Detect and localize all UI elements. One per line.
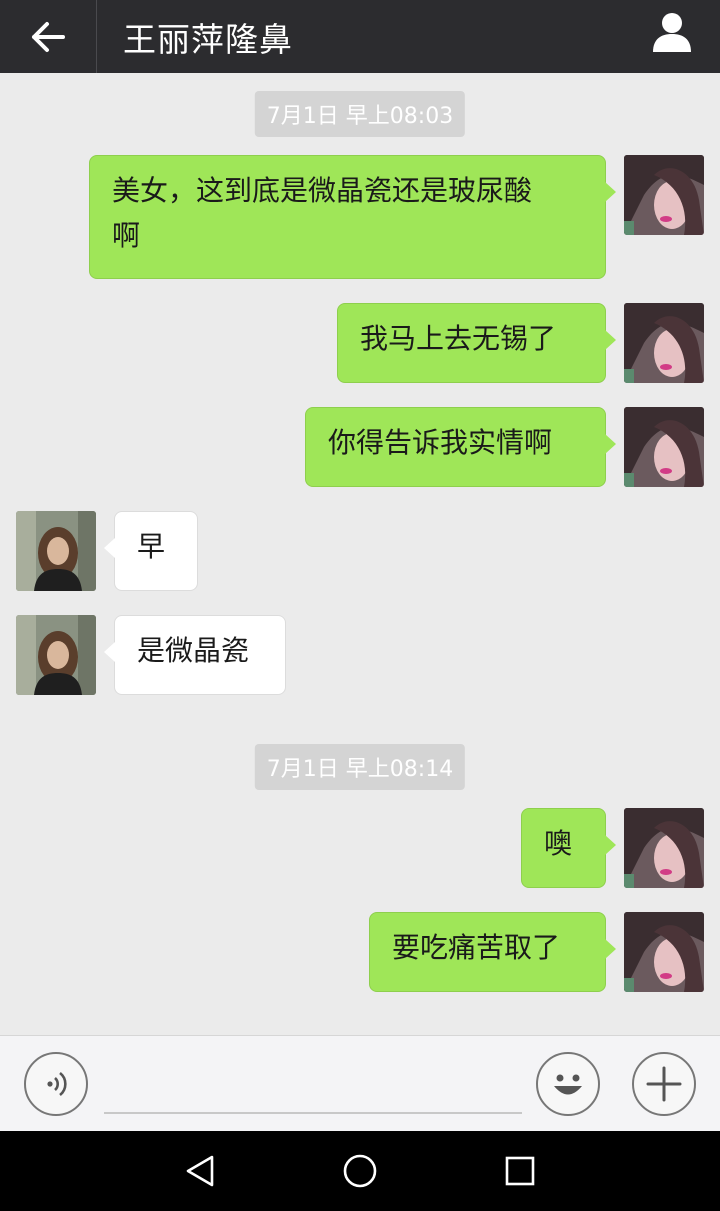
profile-button[interactable]: [648, 8, 696, 56]
nav-home-button[interactable]: [340, 1151, 380, 1191]
avatar-self-image: [624, 155, 704, 235]
avatar-self-image: [624, 912, 704, 992]
message-line: 我马上去无锡了: [360, 322, 557, 355]
message-input[interactable]: [104, 1052, 522, 1114]
message-bubble-outgoing[interactable]: 要吃痛苦取了: [369, 912, 616, 992]
circle-home-icon: [343, 1154, 377, 1188]
message-bubble-incoming[interactable]: 早: [104, 511, 198, 591]
avatar-self-image: [624, 808, 704, 888]
arrow-left-icon: [32, 21, 65, 52]
nav-recents-button[interactable]: [500, 1151, 540, 1191]
timestamp: 7月1日 早上08:14: [254, 744, 466, 790]
avatar-contact-image: [16, 511, 96, 591]
voice-button[interactable]: [24, 1052, 88, 1116]
avatar-self[interactable]: [624, 303, 704, 383]
emoji-icon: [554, 1074, 582, 1095]
message-bubble-outgoing[interactable]: 你得告诉我实情啊: [305, 407, 616, 487]
square-recents-icon: [505, 1156, 535, 1186]
avatar-self[interactable]: [624, 407, 704, 487]
emoji-button[interactable]: [536, 1052, 600, 1116]
message-bubble-outgoing[interactable]: 我马上去无锡了: [337, 303, 616, 383]
message-line: 噢: [544, 827, 573, 860]
message-line: 要吃痛苦取了: [392, 931, 561, 964]
avatar-contact-image: [16, 615, 96, 695]
plus-icon: [646, 1066, 682, 1102]
avatar-contact[interactable]: [16, 511, 96, 591]
person-icon: [653, 13, 691, 52]
chat-header: 王丽萍隆鼻: [0, 0, 720, 73]
message-line: 早: [137, 530, 166, 563]
input-bar: [0, 1035, 720, 1131]
system-nav-bar: [0, 1131, 720, 1211]
timestamp: 7月1日 早上08:03: [254, 91, 466, 137]
triangle-back-icon: [186, 1155, 214, 1187]
back-button[interactable]: [0, 0, 97, 73]
plus-button[interactable]: [632, 1052, 696, 1116]
avatar-self[interactable]: [624, 155, 704, 235]
nav-back-button[interactable]: [180, 1151, 220, 1191]
message-bubble-incoming[interactable]: 是微晶瓷: [104, 615, 286, 695]
message-line: 啊: [112, 219, 141, 252]
message-line: 你得告诉我实情啊: [328, 426, 553, 459]
avatar-self[interactable]: [624, 912, 704, 992]
message-bubble-outgoing[interactable]: 美女，这到底是微晶瓷还是玻尿酸 啊: [89, 155, 616, 279]
message-line: 美女，这到底是微晶瓷还是玻尿酸: [112, 174, 533, 207]
voice-icon: [47, 1071, 67, 1097]
avatar-self[interactable]: [624, 808, 704, 888]
message-list[interactable]: 7月1日 早上08:03 美女，这到底是微晶瓷还是玻尿酸 啊 我马上去无锡了 你…: [0, 73, 720, 1035]
chat-title: 王丽萍隆鼻: [123, 19, 293, 59]
avatar-self-image: [624, 407, 704, 487]
message-line: 是微晶瓷: [137, 634, 250, 667]
message-bubble-outgoing[interactable]: 噢: [521, 808, 616, 888]
avatar-self-image: [624, 303, 704, 383]
avatar-contact[interactable]: [16, 615, 96, 695]
